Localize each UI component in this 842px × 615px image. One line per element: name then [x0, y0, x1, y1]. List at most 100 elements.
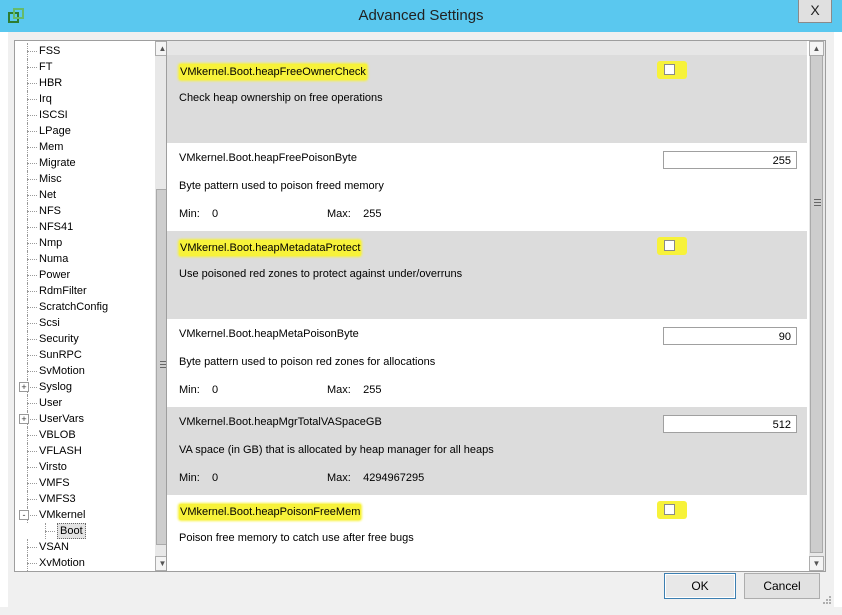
tree-item-label: Power — [39, 269, 71, 281]
tree-item[interactable]: NFS41 — [15, 219, 153, 235]
setting-checkbox[interactable] — [664, 504, 675, 515]
tree-item[interactable]: Boot — [15, 523, 153, 539]
tree-item[interactable]: ScratchConfig — [15, 299, 153, 315]
window-title: Advanced Settings — [358, 7, 484, 24]
tree-item-label: ScratchConfig — [39, 301, 109, 313]
settings-scroll-thumb[interactable] — [810, 55, 823, 553]
tree-item-label: Boot — [57, 523, 86, 539]
setting-value-input[interactable] — [663, 327, 797, 345]
ok-button[interactable]: OK — [664, 573, 736, 599]
tree-item-label: FSS — [39, 45, 61, 57]
setting-value-input[interactable] — [663, 415, 797, 433]
tree-item[interactable]: FSS — [15, 43, 153, 59]
tree-item-label: FT — [39, 61, 53, 73]
tree-item-label: XvMotion — [39, 557, 85, 569]
tree-item[interactable]: User — [15, 395, 153, 411]
tree-expander-icon[interactable]: + — [19, 382, 29, 392]
setting-description: Byte pattern used to poison freed memory — [179, 180, 384, 192]
tree-item[interactable]: VFLASH — [15, 443, 153, 459]
tree-item-label: User — [39, 397, 63, 409]
settings-scroll-down-button[interactable]: ▼ — [809, 556, 824, 571]
tree-item-label: VFLASH — [39, 445, 82, 457]
setting-name: VMkernel.Boot.heapFreePoisonByte — [179, 152, 357, 164]
setting-min: Min: 0 — [179, 208, 219, 220]
tree-item-label: VMFS — [39, 477, 70, 489]
tree-item[interactable]: Scsi — [15, 315, 153, 331]
tree-item[interactable]: SunRPC — [15, 347, 153, 363]
tree-item-label: Numa — [39, 253, 69, 265]
setting-name: VMkernel.Boot.heapMetaPoisonByte — [179, 328, 359, 340]
tree-item[interactable]: Virsto — [15, 459, 153, 475]
dialog-client-area: FSS FT HBR Irq ISCSI LPage Mem Migrate Misc Net NF… — [8, 32, 834, 607]
cancel-button[interactable]: Cancel — [744, 573, 820, 599]
tree-item[interactable]: ISCSI — [15, 107, 153, 123]
tree-item-label: VSAN — [39, 541, 69, 553]
tree-item[interactable]: Nmp — [15, 235, 153, 251]
setting-row: VMkernel.Boot.heapMgrTotalVASpaceGB VA sp… — [167, 407, 807, 495]
tree-item[interactable]: VBLOB — [15, 427, 153, 443]
tree-item[interactable]: - VMkernel — [15, 507, 153, 523]
tree-expander-icon[interactable]: - — [19, 510, 29, 520]
setting-min: Min: 0 — [179, 384, 219, 396]
setting-description: VA space (in GB) that is allocated by he… — [179, 444, 494, 456]
setting-name: VMkernel.Boot.heapMetadataProtect — [179, 240, 362, 256]
setting-value-input[interactable] — [663, 151, 797, 169]
tree-item-label: Syslog — [39, 381, 73, 393]
tree-item[interactable]: RdmFilter — [15, 283, 153, 299]
tree-item-label: UserVars — [39, 413, 85, 425]
tree-item[interactable]: XvMotion — [15, 555, 153, 571]
tree-item-label: Migrate — [39, 157, 76, 169]
tree-item-label: VMkernel — [39, 509, 86, 521]
setting-name: VMkernel.Boot.heapMgrTotalVASpaceGB — [179, 416, 382, 428]
tree-item-label: VMFS3 — [39, 493, 76, 505]
tree-item-label: Mem — [39, 141, 64, 153]
setting-checkbox[interactable] — [664, 64, 675, 75]
tree-item[interactable]: Numa — [15, 251, 153, 267]
tree-list: FSS FT HBR Irq ISCSI LPage Mem Migrate Misc Net NF… — [15, 43, 153, 571]
tree-item[interactable]: LPage — [15, 123, 153, 139]
tree-item-label: VBLOB — [39, 429, 76, 441]
category-tree[interactable]: FSS FT HBR Irq ISCSI LPage Mem Migrate Misc Net NF… — [14, 40, 172, 572]
tree-item-label: HBR — [39, 77, 63, 89]
tree-item-label: Scsi — [39, 317, 60, 329]
tree-item-label: Misc — [39, 173, 62, 185]
settings-scrollbar[interactable]: ▲ ▼ — [809, 41, 825, 571]
tree-item-label: SunRPC — [39, 349, 82, 361]
tree-item[interactable]: VMFS3 — [15, 491, 153, 507]
setting-description: Check heap ownership on free operations — [179, 92, 383, 104]
setting-description: Use poisoned red zones to protect agains… — [179, 268, 463, 280]
tree-item[interactable]: VMFS — [15, 475, 153, 491]
settings-scroll-up-button[interactable]: ▲ — [809, 41, 824, 56]
tree-item[interactable]: Mem — [15, 139, 153, 155]
settings-list: VMkernel.Boot.heapFreeOwnerCheck Check he… — [166, 40, 826, 572]
tree-item-label: ISCSI — [39, 109, 68, 121]
setting-row: VMkernel.Boot.heapFreePoisonByte Byte pat… — [167, 143, 807, 231]
tree-item[interactable]: Migrate — [15, 155, 153, 171]
tree-expander-icon[interactable]: + — [19, 414, 29, 424]
close-button[interactable]: X — [798, 0, 832, 23]
setting-max: Max: 255 — [327, 208, 382, 220]
tree-item-label: Nmp — [39, 237, 63, 249]
tree-item[interactable]: Net — [15, 187, 153, 203]
tree-item[interactable]: HBR — [15, 75, 153, 91]
tree-item[interactable]: Irq — [15, 91, 153, 107]
tree-item[interactable]: Security — [15, 331, 153, 347]
tree-item[interactable]: VSAN — [15, 539, 153, 555]
tree-item[interactable]: NFS — [15, 203, 153, 219]
tree-item[interactable]: + Syslog — [15, 379, 153, 395]
setting-row: VMkernel.Boot.heapMetadataProtect Use poi… — [167, 231, 807, 319]
tree-item-label: NFS41 — [39, 221, 74, 233]
tree-item[interactable]: Power — [15, 267, 153, 283]
tree-item-label: Irq — [39, 93, 52, 105]
tree-item[interactable]: Misc — [15, 171, 153, 187]
tree-item[interactable]: SvMotion — [15, 363, 153, 379]
setting-checkbox[interactable] — [664, 240, 675, 251]
setting-row: VMkernel.Boot.heapMetaPoisonByte Byte pat… — [167, 319, 807, 407]
setting-description: Byte pattern used to poison red zones fo… — [179, 356, 436, 368]
tree-item-label: Virsto — [39, 461, 67, 473]
resize-grip-icon[interactable] — [822, 595, 832, 605]
tree-item-label: Security — [39, 333, 79, 345]
tree-item[interactable]: + UserVars — [15, 411, 153, 427]
tree-item[interactable]: FT — [15, 59, 153, 75]
tree-item-label: NFS — [39, 205, 61, 217]
